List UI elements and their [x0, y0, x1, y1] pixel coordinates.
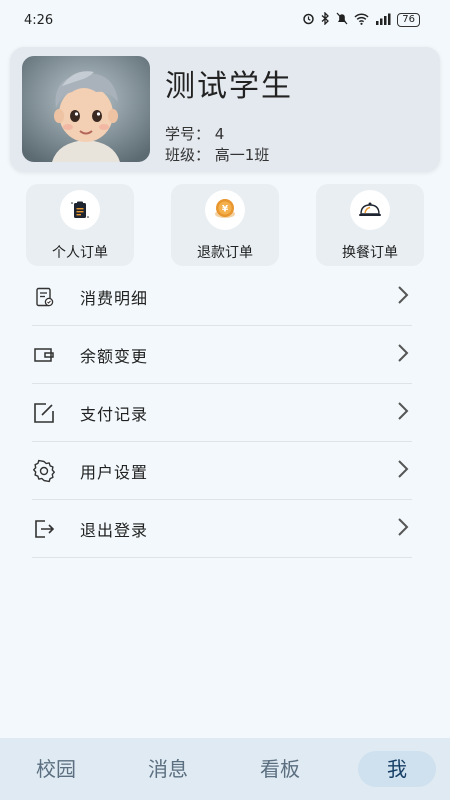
- avatar[interactable]: [22, 56, 150, 162]
- alarm-icon: [302, 12, 315, 28]
- chevron-right-icon: [396, 400, 410, 426]
- menu-item-user-settings[interactable]: 用户设置: [32, 442, 412, 500]
- chevron-right-icon: [396, 458, 410, 484]
- tab-dashboard[interactable]: 看板: [224, 751, 336, 787]
- menu-list: 消费明细 余额变更 支付记录 用户设置 退出登录: [32, 268, 412, 558]
- bluetooth-icon: [321, 11, 330, 28]
- student-id-label: 学号：: [165, 125, 211, 143]
- tab-messages[interactable]: 消息: [112, 751, 224, 787]
- qa-label-personal-orders: 个人订单: [52, 245, 108, 261]
- menu-item-consumption-details[interactable]: 消费明细: [32, 268, 412, 326]
- qa-label-swap-meal-orders: 换餐订单: [342, 245, 398, 261]
- wallet-icon: [32, 343, 56, 367]
- menu-label: 用户设置: [80, 462, 149, 482]
- student-id-value: 4: [214, 125, 225, 143]
- status-time: 4:26: [24, 12, 54, 28]
- chevron-right-icon: [396, 284, 410, 310]
- menu-label: 退出登录: [80, 520, 149, 540]
- status-bar: 4:26 76: [0, 0, 450, 40]
- menu-item-payment-records[interactable]: 支付记录: [32, 384, 412, 442]
- screen: 4:26 76 测试学生 学号： 4 班级： 高一1班 个人订单 ¥ 退款订单 …: [0, 0, 450, 800]
- refund-orders-button[interactable]: ¥ 退款订单: [171, 184, 279, 266]
- menu-item-balance-changes[interactable]: 余额变更: [32, 326, 412, 384]
- status-icons: 76: [302, 11, 420, 28]
- signal-icon: [375, 13, 391, 28]
- personal-orders-button[interactable]: 个人订单: [26, 184, 134, 266]
- profile-card: 测试学生 学号： 4 班级： 高一1班: [10, 47, 440, 172]
- gear-icon: [32, 459, 56, 483]
- mute-bell-icon: [336, 12, 348, 28]
- menu-label: 余额变更: [80, 346, 149, 366]
- food-cloche-icon: [350, 190, 390, 230]
- chevron-right-icon: [396, 342, 410, 368]
- receipt-icon: [32, 285, 56, 309]
- refund-coin-icon: ¥: [205, 190, 245, 230]
- menu-label: 支付记录: [80, 404, 149, 424]
- student-name: 测试学生: [165, 69, 293, 104]
- order-icon: [60, 190, 100, 230]
- battery-indicator: 76: [397, 13, 420, 27]
- chevron-right-icon: [396, 516, 410, 542]
- student-id-line: 学号： 4: [165, 123, 224, 144]
- edit-icon: [32, 401, 56, 425]
- class-value: 高一1班: [214, 146, 270, 164]
- tab-campus[interactable]: 校园: [0, 751, 112, 787]
- swap-meal-orders-button[interactable]: 换餐订单: [316, 184, 424, 266]
- class-line: 班级： 高一1班: [165, 144, 269, 165]
- qa-label-refund-orders: 退款订单: [197, 245, 253, 261]
- wifi-icon: [354, 12, 369, 28]
- class-label: 班级：: [165, 146, 211, 164]
- menu-label: 消费明细: [80, 288, 149, 308]
- bottom-nav: 校园 消息 看板 我: [0, 738, 450, 800]
- quick-actions: 个人订单 ¥ 退款订单 换餐订单: [0, 184, 450, 266]
- svg-text:¥: ¥: [222, 205, 229, 215]
- logout-icon: [32, 517, 56, 541]
- tab-me[interactable]: 我: [358, 751, 436, 787]
- menu-item-logout[interactable]: 退出登录: [32, 500, 412, 558]
